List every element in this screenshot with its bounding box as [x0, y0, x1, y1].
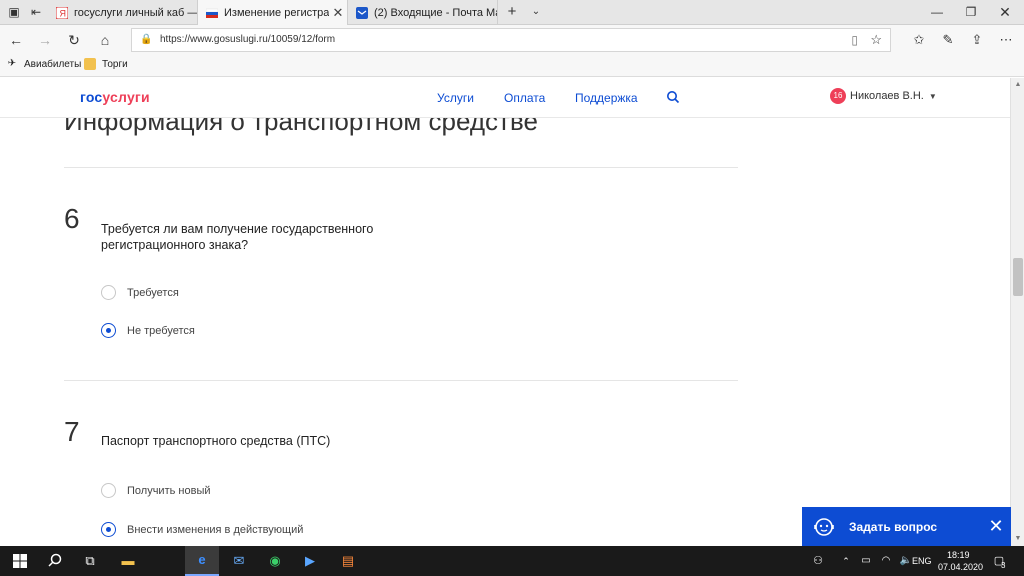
- radio-button[interactable]: [101, 483, 116, 498]
- set-aside-tabs-icon[interactable]: ⇤: [28, 4, 44, 20]
- scroll-down-icon[interactable]: ▼: [1011, 532, 1024, 546]
- user-menu[interactable]: 16 Николаев В.Н. ▼: [830, 88, 937, 104]
- zoom-icon[interactable]: ▶: [300, 551, 320, 571]
- task-view-icon[interactable]: ⧉: [80, 551, 100, 571]
- ask-question-widget[interactable]: Задать вопрос ✕: [802, 507, 1011, 546]
- edge-browser-icon[interactable]: e: [185, 546, 219, 576]
- people-icon[interactable]: ⚇: [808, 551, 828, 571]
- bookmark-label: Авиабилеты: [24, 58, 82, 70]
- tab-preview-chevron-icon[interactable]: ⌄: [528, 4, 544, 20]
- mail-favicon-icon: [356, 6, 368, 19]
- nav-services-link[interactable]: Услуги: [437, 91, 474, 105]
- section-title: Информация о транспортном средстве: [64, 118, 538, 136]
- tab-mail-inbox[interactable]: (2) Входящие - Почта Mail.: [348, 0, 498, 25]
- new-tab-button[interactable]: +: [504, 4, 520, 20]
- office-app-icon[interactable]: ▤: [338, 551, 358, 571]
- radio-button-selected[interactable]: [101, 323, 116, 338]
- whatsapp-icon[interactable]: ◉: [265, 551, 285, 571]
- lock-icon: 🔒: [140, 34, 153, 45]
- option-modify-existing[interactable]: Внести изменения в действующий: [101, 522, 303, 537]
- folder-icon: [84, 58, 96, 70]
- yandex-favicon-icon: Я: [56, 6, 68, 19]
- language-indicator[interactable]: ENG: [912, 556, 932, 566]
- notes-pen-icon[interactable]: ✎: [938, 30, 958, 50]
- option-label: Требуется: [127, 286, 179, 299]
- wifi-icon[interactable]: ◠: [876, 551, 896, 571]
- form-content: Информация о транспортном средстве 6 Тре…: [0, 118, 1010, 546]
- gosuslugi-logo[interactable]: госуслуги: [80, 89, 150, 105]
- caret-down-icon: ▼: [928, 91, 937, 101]
- notification-badge[interactable]: 16: [830, 88, 846, 104]
- svg-text:Я: Я: [60, 8, 67, 18]
- restore-icon[interactable]: ❐: [954, 0, 988, 25]
- tab-title: Изменение регистраці: [224, 7, 329, 19]
- browser-tab-bar: ▣ ⇤ Я госуслуги личный каб — Я Изменение…: [0, 0, 1024, 26]
- search-taskbar-icon[interactable]: [45, 551, 65, 571]
- url-text[interactable]: https://www.gosuslugi.ru/10059/12/form: [160, 34, 335, 45]
- option-get-new[interactable]: Получить новый: [101, 483, 211, 498]
- scroll-thumb[interactable]: [1013, 258, 1023, 296]
- refresh-icon[interactable]: ↻: [64, 30, 84, 50]
- option-not-required[interactable]: Не требуется: [101, 323, 195, 338]
- option-required[interactable]: Требуется: [101, 285, 179, 300]
- show-hidden-icons-chevron[interactable]: ⌃: [836, 551, 856, 571]
- battery-icon[interactable]: ▭: [856, 551, 876, 571]
- favorite-star-icon[interactable]: ☆: [870, 32, 882, 48]
- radio-button[interactable]: [101, 285, 116, 300]
- favorites-bar: ✈ Авиабилеты Торги: [0, 55, 1024, 77]
- tab-title: (2) Входящие - Почта Mail.: [374, 6, 497, 19]
- russia-flag-favicon-icon: [206, 8, 218, 18]
- tab-registration-change[interactable]: Изменение регистраці ✕: [198, 0, 348, 26]
- forward-icon[interactable]: →: [35, 30, 55, 50]
- action-center-icon[interactable]: ▢: [989, 551, 1009, 571]
- bookmark-label: Торги: [102, 58, 128, 70]
- divider: [64, 380, 738, 381]
- scroll-up-icon[interactable]: ▲: [1011, 78, 1024, 92]
- airplane-icon: ✈: [7, 58, 17, 69]
- question-text: Паспорт транспортного средства (ПТС): [101, 434, 331, 448]
- minimize-icon[interactable]: —: [920, 0, 954, 25]
- logo-part-gos: гос: [80, 89, 103, 105]
- close-tab-icon[interactable]: ✕: [329, 5, 347, 21]
- close-window-icon[interactable]: ✕: [988, 0, 1022, 25]
- question-number: 6: [64, 203, 80, 234]
- chatbot-face-icon: [814, 517, 834, 536]
- file-explorer-icon[interactable]: ▬: [118, 551, 138, 571]
- search-icon[interactable]: [666, 90, 680, 104]
- nav-payment-link[interactable]: Оплата: [504, 91, 545, 105]
- back-icon[interactable]: ←: [6, 30, 26, 50]
- close-chat-icon[interactable]: ✕: [981, 516, 1011, 537]
- address-toolbar: ← → ↻ ⌂ 🔒 https://www.gosuslugi.ru/10059…: [0, 25, 1024, 55]
- option-label: Не требуется: [127, 324, 195, 337]
- divider: [64, 167, 738, 168]
- clock-date[interactable]: 07.04.2020: [938, 562, 983, 572]
- windows-start-icon[interactable]: [10, 551, 30, 571]
- windows-taskbar: ⧉ ▬ e ✉ ◉ ▶ ▤ ⚇ ⌃ ▭ ◠ 🔈 ENG 18:19 07.04.…: [0, 546, 1024, 576]
- option-label: Получить новый: [127, 484, 211, 497]
- user-name: Николаев В.Н.: [850, 90, 924, 102]
- mail-app-icon[interactable]: ✉: [229, 551, 249, 571]
- action-center-count: 3: [1001, 561, 1006, 570]
- tab-title: госуслуги личный каб — Я: [74, 6, 197, 19]
- favorites-hub-icon[interactable]: ✩: [909, 30, 929, 50]
- home-icon[interactable]: ⌂: [95, 30, 115, 50]
- tab-gosuslugi-cabinet[interactable]: Я госуслуги личный каб — Я: [48, 0, 198, 25]
- radio-button-selected[interactable]: [101, 522, 116, 537]
- logo-part-uslugi: услуги: [102, 89, 150, 105]
- option-label: Внести изменения в действующий: [127, 523, 304, 536]
- question-text: Требуется ли вам получение государственн…: [101, 222, 374, 252]
- reading-view-icon[interactable]: ▯: [851, 33, 858, 47]
- more-menu-icon[interactable]: ⋯: [996, 30, 1016, 50]
- nav-support-link[interactable]: Поддержка: [575, 91, 638, 105]
- clock-time[interactable]: 18:19: [947, 550, 970, 560]
- page-scrollbar[interactable]: ▲ ▼: [1010, 78, 1024, 546]
- question-number: 7: [64, 416, 80, 447]
- site-header: госуслуги Услуги Оплата Поддержка 16 Ник…: [0, 78, 1010, 118]
- share-icon[interactable]: ⇪: [967, 30, 987, 50]
- tab-actions-icon[interactable]: ▣: [6, 4, 22, 20]
- ask-question-label[interactable]: Задать вопрос: [849, 520, 981, 534]
- bookmark-torgi[interactable]: Торги: [84, 58, 128, 70]
- address-bar[interactable]: 🔒 https://www.gosuslugi.ru/10059/12/form…: [131, 28, 891, 52]
- bookmark-aviabilety[interactable]: ✈ Авиабилеты: [6, 58, 81, 70]
